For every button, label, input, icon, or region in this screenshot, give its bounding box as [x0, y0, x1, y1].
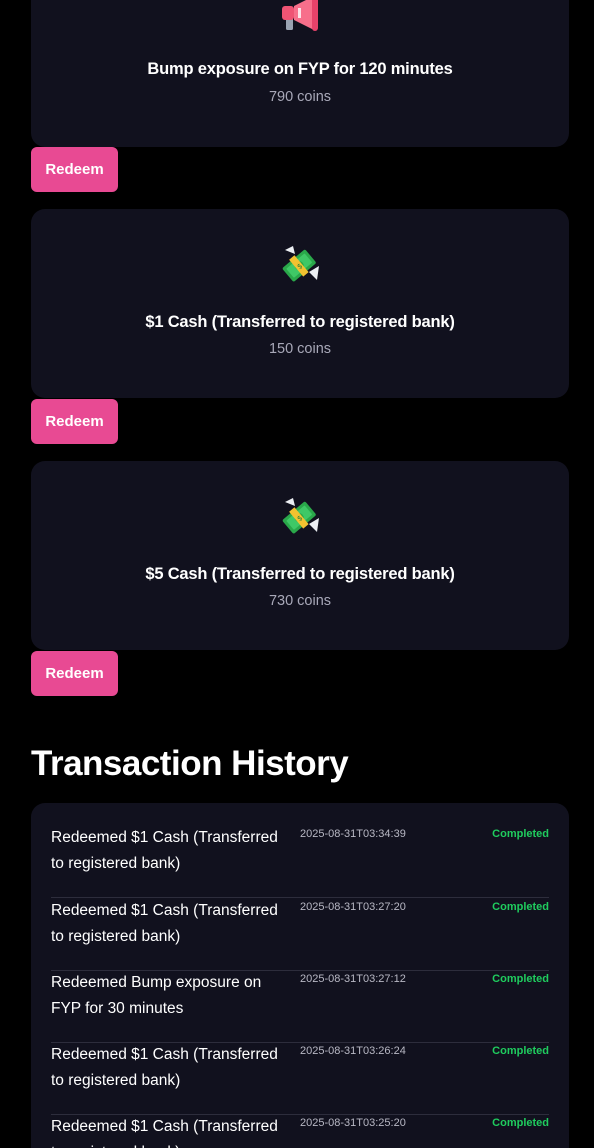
reward-title: Bump exposure on FYP for 120 minutes: [147, 60, 453, 78]
reward-title: $1 Cash (Transferred to registered bank): [145, 313, 455, 331]
transaction-history-list[interactable]: Redeemed $1 Cash (Transferred to registe…: [31, 803, 569, 1148]
transaction-description: Redeemed Bump exposure on FYP for 30 min…: [51, 974, 262, 1017]
transaction-timestamp: 2025-08-31T03:25:20: [300, 1117, 406, 1129]
redeem-button[interactable]: Redeem: [31, 651, 118, 696]
transaction-row: Redeemed $1 Cash (Transferred to registe…: [51, 825, 549, 898]
transaction-description: Redeemed $1 Cash (Transferred to registe…: [51, 1046, 278, 1089]
reward-title: $5 Cash (Transferred to registered bank): [145, 565, 455, 583]
transaction-row: Redeemed $1 Cash (Transferred to registe…: [51, 1042, 549, 1115]
transaction-status: Completed: [492, 1117, 549, 1129]
transaction-timestamp: 2025-08-31T03:27:20: [300, 901, 406, 913]
redeem-button[interactable]: Redeem: [31, 147, 118, 192]
reward-cost: 790 coins: [268, 89, 332, 105]
transaction-timestamp: 2025-08-31T03:34:39: [300, 828, 406, 840]
transaction-timestamp: 2025-08-31T03:27:12: [300, 973, 406, 985]
redeem-button[interactable]: Redeem: [31, 399, 118, 444]
transaction-row: Redeemed $1 Cash (Transferred to registe…: [51, 1114, 549, 1148]
transaction-status: Completed: [492, 828, 549, 840]
reward-card: $ $1 Cash (Transferred to registered ban…: [31, 209, 569, 398]
money-wings-icon: $: [279, 496, 321, 543]
megaphone-icon: [280, 0, 320, 37]
reward-card: Bump exposure on FYP for 120 minutes 790…: [31, 0, 569, 147]
transaction-status: Completed: [492, 901, 549, 913]
money-wings-icon: $: [279, 244, 321, 291]
transaction-history-title: Transaction History: [31, 744, 349, 783]
transaction-status: Completed: [492, 1045, 549, 1057]
transaction-row: Redeemed $1 Cash (Transferred to registe…: [51, 898, 549, 971]
reward-card: $ $5 Cash (Transferred to registered ban…: [31, 461, 569, 650]
transaction-description: Redeemed $1 Cash (Transferred to registe…: [51, 902, 278, 945]
transaction-row: Redeemed Bump exposure on FYP for 30 min…: [51, 970, 549, 1043]
transaction-status: Completed: [492, 973, 549, 985]
rewards-page: Bump exposure on FYP for 120 minutes 790…: [0, 0, 594, 1148]
reward-cost: 730 coins: [268, 593, 332, 609]
transaction-description: Redeemed $1 Cash (Transferred to registe…: [51, 829, 278, 872]
transaction-description: Redeemed $1 Cash (Transferred to registe…: [51, 1118, 278, 1148]
reward-cost: 150 coins: [268, 341, 332, 357]
transaction-timestamp: 2025-08-31T03:26:24: [300, 1045, 406, 1057]
